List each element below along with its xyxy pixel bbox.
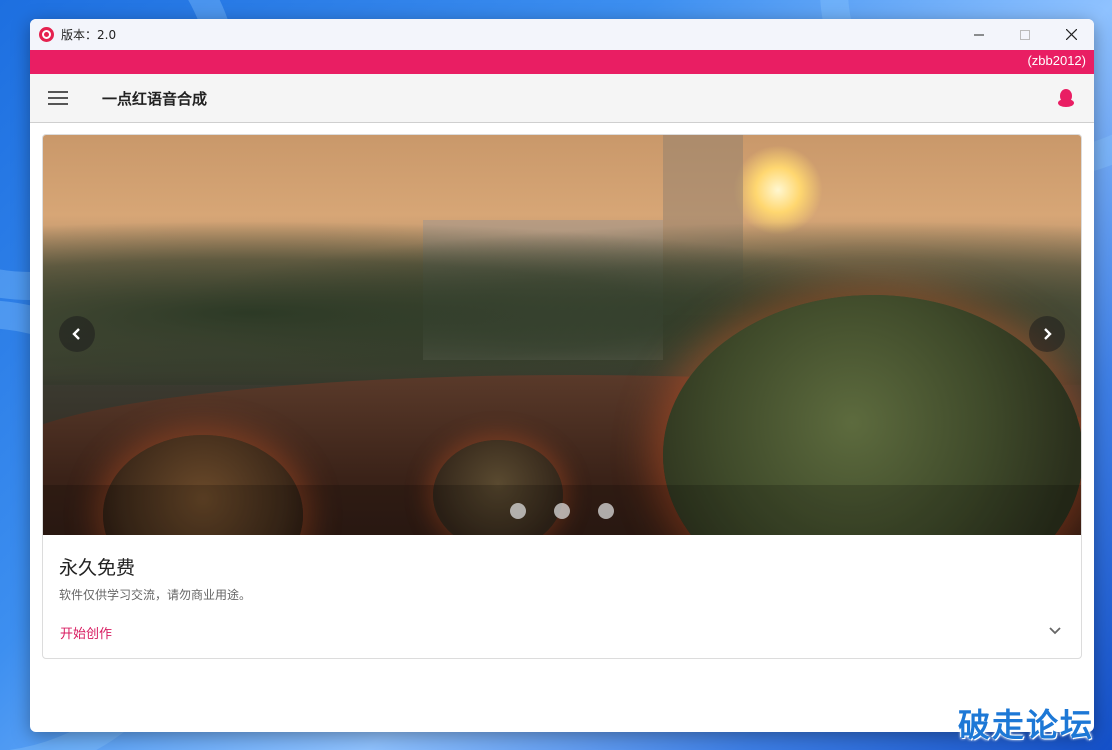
app-toolbar: 一点红语音合成 (30, 74, 1094, 123)
close-icon (1065, 29, 1077, 40)
title-bar: 版本：2.0 (30, 19, 1094, 50)
maximize-button[interactable] (1002, 19, 1048, 50)
accent-banner: (zbb2012) (30, 50, 1094, 77)
carousel-dot-2[interactable] (554, 503, 570, 519)
app-title: 一点红语音合成 (102, 89, 208, 108)
app-logo-icon (39, 27, 54, 42)
qq-penguin-icon[interactable] (1057, 88, 1075, 108)
carousel-prev-button[interactable] (59, 316, 95, 352)
maximize-icon (1020, 29, 1030, 40)
user-tag: (zbb2012) (1027, 53, 1086, 68)
start-creating-button[interactable]: 开始创作 (60, 623, 112, 642)
card-subtitle: 软件仅供学习交流，请勿商业用途。 (59, 588, 252, 602)
carousel-next-button[interactable] (1029, 316, 1065, 352)
window-controls (956, 19, 1094, 50)
chevron-down-icon[interactable] (1047, 623, 1063, 639)
carousel-dot-3[interactable] (598, 503, 614, 519)
feature-card: 永久免费 软件仅供学习交流，请勿商业用途。 开始创作 (42, 134, 1082, 659)
image-carousel[interactable] (43, 135, 1081, 535)
card-title: 永久免费 (59, 557, 136, 579)
carousel-indicators (43, 503, 1081, 519)
minimize-button[interactable] (956, 19, 1002, 50)
app-window: 版本：2.0 (zbb2012) 一点红语音合成 永久免费 软件仅供学习交流，请… (30, 19, 1094, 732)
watermark-text: 破走论坛 (957, 706, 1094, 744)
banner-notch (990, 50, 1022, 77)
window-title: 版本：2.0 (61, 28, 117, 42)
minimize-icon (974, 34, 984, 35)
hamburger-menu-icon[interactable] (48, 91, 68, 105)
card-body: 永久免费 软件仅供学习交流，请勿商业用途。 开始创作 (43, 535, 1081, 658)
chevron-right-icon (1044, 328, 1052, 340)
close-button[interactable] (1048, 19, 1094, 50)
carousel-dot-1[interactable] (510, 503, 526, 519)
chevron-left-icon (72, 328, 80, 340)
